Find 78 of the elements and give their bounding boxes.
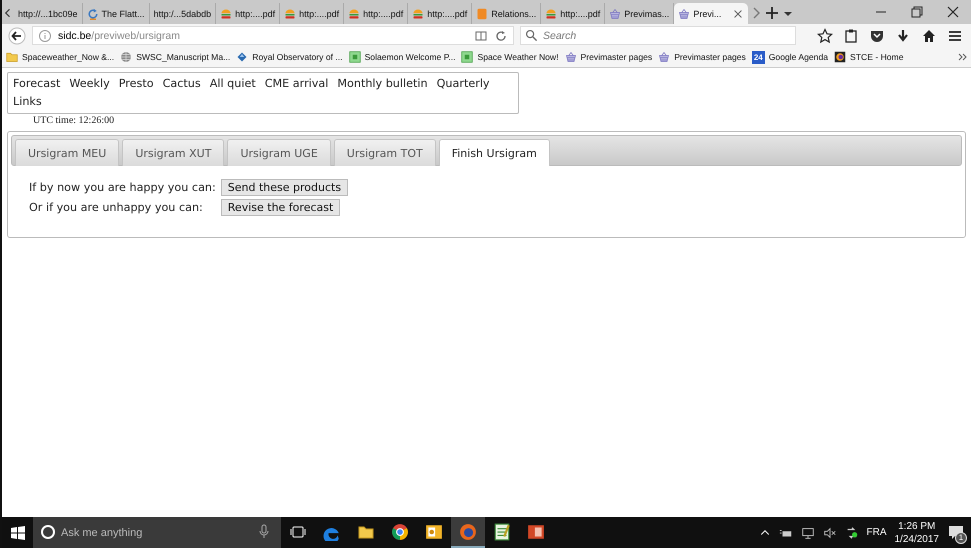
tab[interactable]: Ursigram UGE — [227, 139, 331, 166]
nav-link[interactable]: Quarterly — [436, 76, 490, 92]
basket-icon — [658, 51, 670, 63]
chrome-icon — [391, 522, 409, 540]
star-icon[interactable] — [817, 28, 833, 44]
search-field[interactable]: Search — [520, 26, 796, 45]
burger-icon — [220, 8, 232, 20]
burger-icon — [284, 8, 296, 20]
tab[interactable]: Ursigram MEU — [15, 139, 120, 166]
burger-icon — [348, 8, 360, 20]
download-icon[interactable] — [895, 28, 911, 44]
bookmark[interactable]: Space Weather Now! — [461, 51, 559, 63]
microphone-icon — [257, 524, 271, 540]
calendar-icon: 24 — [752, 50, 765, 64]
folder-icon — [6, 51, 18, 63]
close-icon[interactable] — [945, 4, 961, 20]
cortana-icon — [40, 524, 56, 540]
nav-link[interactable]: Cactus — [162, 76, 201, 92]
bookmark[interactable]: 24 Google Agenda — [752, 50, 828, 64]
nav-link[interactable]: All quiet — [210, 76, 256, 92]
basket-icon — [678, 8, 690, 20]
close-icon[interactable] — [732, 8, 744, 20]
bookmark[interactable]: Previmaster pages — [564, 51, 652, 63]
prompt-text: Or if you are unhappy you can: — [29, 201, 204, 214]
tab[interactable]: Finish Ursigram — [438, 139, 550, 166]
nav-link[interactable]: Monthly bulletin — [337, 76, 428, 92]
outlook-icon — [425, 522, 443, 540]
nav-link[interactable]: Presto — [118, 76, 154, 92]
bookmark[interactable]: Spaceweather_Now &... — [6, 51, 114, 63]
tile-icon — [476, 8, 488, 20]
bookmark[interactable]: Solaemon Welcome P... — [348, 51, 456, 63]
sync-icon[interactable] — [844, 524, 858, 540]
taskbar-search[interactable]: Ask me anything — [33, 517, 281, 548]
spreadsheet-icon — [493, 522, 511, 540]
nav-link[interactable]: Forecast — [13, 76, 60, 92]
reload-icon[interactable] — [494, 28, 508, 42]
nav-link[interactable]: CME arrival — [264, 76, 328, 92]
bookmark[interactable]: STCE - Home — [834, 51, 904, 63]
app-tile-icon — [461, 51, 474, 63]
diamond-icon — [236, 51, 248, 63]
presentation-icon — [527, 522, 545, 540]
browser-tab[interactable]: Previ... — [674, 3, 748, 24]
prompt-text: If by now you are happy you can: — [29, 181, 216, 194]
bookmark[interactable]: Royal Observatory of ... — [236, 51, 343, 63]
action-button[interactable]: Send these products — [220, 179, 348, 196]
utc-time: UTC time: 12:26:00 — [33, 115, 114, 126]
nav-link[interactable]: Weekly — [69, 76, 110, 92]
bookmark[interactable]: SWSC_Manuscript Ma... — [120, 51, 230, 63]
firefox-icon — [459, 522, 477, 540]
basket-icon — [564, 51, 577, 63]
tab[interactable]: Ursigram TOT — [334, 139, 436, 166]
basket-icon — [609, 8, 622, 20]
reader-view-icon[interactable] — [474, 28, 488, 42]
restore-icon[interactable] — [909, 4, 925, 20]
app-tile-icon — [348, 51, 361, 63]
folder-icon — [358, 524, 374, 540]
windows-start-icon[interactable] — [10, 524, 26, 540]
bookmark[interactable]: Previmaster pages — [658, 51, 746, 63]
info-icon — [38, 28, 52, 42]
search-icon — [525, 29, 538, 42]
globe-icon — [120, 51, 132, 63]
home-icon[interactable] — [921, 28, 937, 44]
refresh-icon — [86, 8, 99, 20]
language-indicator[interactable]: FRA — [866, 527, 886, 538]
burger-icon — [412, 8, 424, 20]
more-icon[interactable] — [957, 51, 967, 63]
task-view-icon — [289, 524, 307, 540]
notification-count: 1 — [955, 532, 967, 544]
tab[interactable]: Ursigram XUT — [122, 139, 224, 166]
back-icon[interactable] — [8, 26, 26, 44]
stce-logo-icon — [834, 51, 846, 63]
clock-date[interactable]: 1/24/2017 — [894, 532, 939, 546]
address-bar[interactable]: sidc.be/previweb/ursigram — [32, 26, 514, 45]
burger-icon — [545, 8, 558, 20]
clock-time[interactable]: 1:26 PM — [898, 520, 936, 532]
clipboard-icon[interactable] — [843, 28, 859, 44]
action-button[interactable]: Revise the forecast — [220, 199, 340, 216]
nav-link[interactable]: Links — [13, 94, 42, 110]
